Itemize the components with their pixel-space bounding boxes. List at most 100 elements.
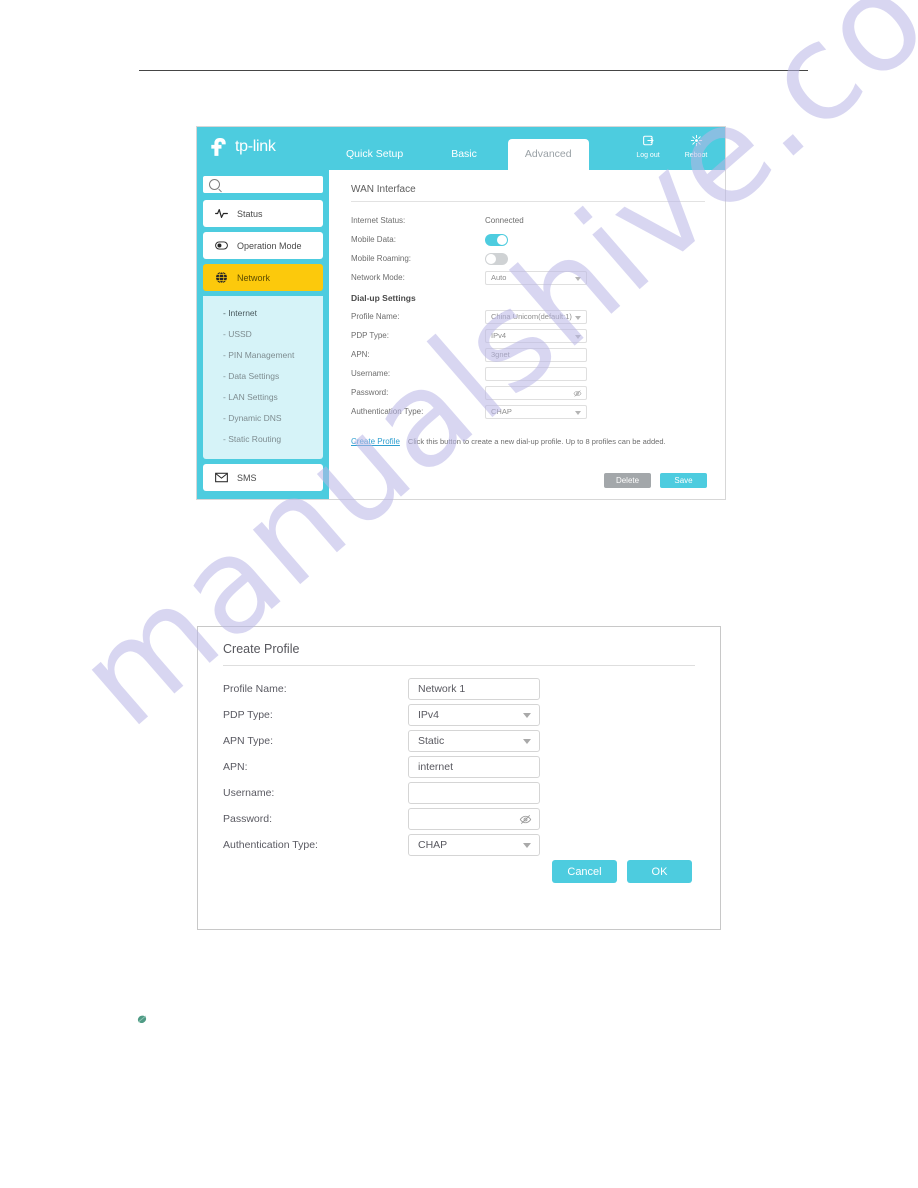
sidebar-subitem-static-routing[interactable]: - Static Routing [203, 429, 323, 450]
password-input[interactable] [485, 385, 587, 400]
logout-icon [631, 134, 665, 149]
auth-type-row: Authentication Type: CHAP [351, 402, 705, 421]
cp-profile-name-label: Profile Name: [223, 683, 287, 695]
tip-leaf-icon [137, 1015, 147, 1024]
ok-button[interactable]: OK [627, 860, 692, 883]
network-mode-select[interactable]: Auto [485, 270, 587, 285]
log-out-button[interactable]: Log out [631, 134, 665, 159]
sidebar-subitem-pin-management[interactable]: - PIN Management [203, 345, 323, 366]
cp-pdp-type-value: IPv4 [418, 709, 440, 721]
router-sidebar: Status Operation Mode Network - Internet… [197, 170, 329, 499]
cp-apn-input[interactable]: internet [408, 756, 540, 778]
cp-username-label: Username: [223, 787, 275, 799]
create-profile-dialog: Create Profile Profile Name: Network 1 P… [197, 626, 721, 930]
sidebar-item-network[interactable]: Network [203, 264, 323, 291]
auth-type-select[interactable]: CHAP [485, 404, 587, 419]
router-admin-ui: tp-link Quick Setup Basic Advanced Log o… [197, 127, 725, 499]
network-mode-row: Network Mode: Auto [351, 268, 705, 287]
cp-auth-type-label: Authentication Type: [223, 839, 318, 851]
apn-label: APN: [351, 350, 370, 359]
cp-username-row: Username: [223, 780, 698, 806]
chevron-down-icon [575, 334, 581, 339]
create-profile-dialog-buttons: Cancel OK [552, 860, 692, 883]
save-button[interactable]: Save [660, 473, 707, 488]
router-header-actions: Log out Reboot [631, 134, 713, 159]
mobile-data-row: Mobile Data: [351, 230, 705, 249]
cp-password-label: Password: [223, 813, 273, 825]
profile-name-select[interactable]: China Unicom(default:1) [485, 309, 587, 324]
search-icon [209, 179, 220, 190]
search-input[interactable] [203, 176, 323, 193]
dialog-title-divider [223, 665, 695, 666]
internet-status-row: Internet Status: Connected [351, 211, 705, 230]
router-action-buttons: Delete Save [604, 473, 707, 488]
cp-auth-type-select[interactable]: CHAP [408, 834, 540, 856]
mobile-roaming-toggle[interactable] [485, 252, 508, 265]
profile-name-row: Profile Name: China Unicom(default:1) [351, 307, 705, 326]
chevron-down-icon [523, 843, 531, 848]
tab-quick-setup[interactable]: Quick Setup [329, 139, 420, 170]
eye-toggle-icon[interactable] [519, 813, 532, 826]
sidebar-item-sms-label: SMS [237, 472, 257, 483]
cp-profile-name-input[interactable]: Network 1 [408, 678, 540, 700]
chevron-down-icon [523, 713, 531, 718]
cp-auth-type-row: Authentication Type: CHAP [223, 832, 698, 858]
password-row: Password: [351, 383, 705, 402]
mobile-roaming-row: Mobile Roaming: [351, 249, 705, 268]
pdp-type-select[interactable]: IPv4 [485, 328, 587, 343]
mobile-data-toggle[interactable] [485, 233, 508, 246]
cp-auth-type-value: CHAP [418, 839, 448, 851]
create-profile-link[interactable]: Create Profile [351, 437, 400, 446]
profile-name-label: Profile Name: [351, 312, 400, 321]
sidebar-item-network-label: Network [237, 272, 271, 283]
username-input[interactable] [485, 366, 587, 381]
auth-type-value: CHAP [491, 407, 512, 416]
cp-username-input[interactable] [408, 782, 540, 804]
create-profile-row: Create Profile Click this button to crea… [351, 437, 705, 446]
cp-pdp-type-row: PDP Type: IPv4 [223, 702, 698, 728]
tab-advanced[interactable]: Advanced [507, 139, 589, 170]
pdp-type-value: IPv4 [491, 331, 507, 340]
pulse-icon [215, 209, 228, 218]
internet-status-value: Connected [485, 216, 524, 225]
sidebar-subitem-dynamic-dns[interactable]: - Dynamic DNS [203, 408, 323, 429]
sidebar-subitem-ussd[interactable]: - USSD [203, 324, 323, 345]
delete-button[interactable]: Delete [604, 473, 651, 488]
cp-apn-value: internet [418, 761, 454, 773]
mobile-data-label: Mobile Data: [351, 235, 396, 244]
username-label: Username: [351, 369, 391, 378]
cp-password-row: Password: [223, 806, 698, 832]
tp-link-logo-text: tp-link [235, 138, 276, 155]
sidebar-item-status-label: Status [237, 208, 263, 219]
envelope-icon [215, 472, 228, 483]
cancel-button[interactable]: Cancel [552, 860, 617, 883]
reboot-button[interactable]: Reboot [679, 134, 713, 159]
sidebar-item-sms[interactable]: SMS [203, 464, 323, 491]
dialup-settings-heading: Dial-up Settings [351, 293, 416, 303]
cp-apn-type-row: APN Type: Static [223, 728, 698, 754]
apn-input[interactable]: 3gnet [485, 347, 587, 362]
sidebar-subitem-internet[interactable]: - Internet [203, 303, 323, 324]
pdp-type-row: PDP Type: IPv4 [351, 326, 705, 345]
cp-password-input[interactable] [408, 808, 540, 830]
tp-link-mark-icon [211, 138, 226, 156]
sidebar-subitem-lan-settings[interactable]: - LAN Settings [203, 387, 323, 408]
cp-profile-name-row: Profile Name: Network 1 [223, 676, 698, 702]
eye-toggle-icon[interactable] [573, 389, 582, 398]
create-profile-hint: Click this button to create a new dial-u… [407, 437, 666, 446]
pdp-type-label: PDP Type: [351, 331, 389, 340]
mode-icon [215, 241, 228, 250]
cp-apn-type-label: APN Type: [223, 735, 273, 747]
chevron-down-icon [575, 410, 581, 415]
cp-apn-type-select[interactable]: Static [408, 730, 540, 752]
tab-basic[interactable]: Basic [434, 139, 494, 170]
network-mode-value: Auto [491, 273, 507, 282]
chevron-down-icon [575, 276, 581, 281]
cp-apn-label: APN: [223, 761, 248, 773]
cp-pdp-type-select[interactable]: IPv4 [408, 704, 540, 726]
sidebar-subitem-data-settings[interactable]: - Data Settings [203, 366, 323, 387]
sidebar-item-status[interactable]: Status [203, 200, 323, 227]
sidebar-item-operation-mode[interactable]: Operation Mode [203, 232, 323, 259]
create-profile-form: Profile Name: Network 1 PDP Type: IPv4 A… [223, 676, 698, 858]
cp-apn-row: APN: internet [223, 754, 698, 780]
